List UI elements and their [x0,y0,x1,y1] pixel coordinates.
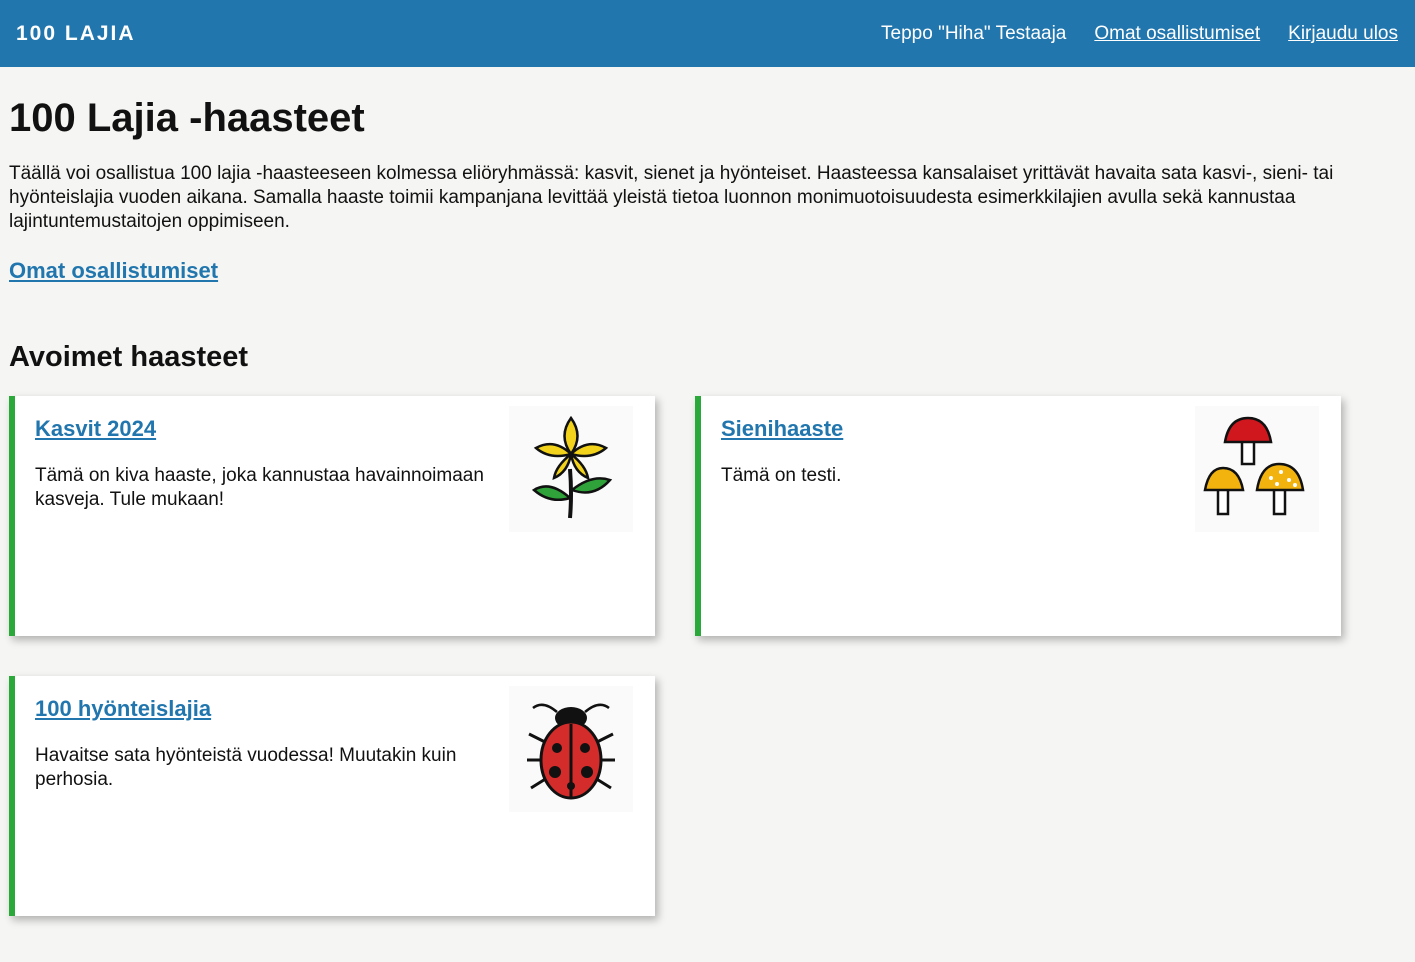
intro-text: Täällä voi osallistua 100 lajia -haastee… [9,163,1334,232]
challenge-title-link[interactable]: 100 hyönteislajia [35,696,211,722]
challenge-card-insects: 100 hyönteislajia Havaitse sata hyönteis… [9,676,655,916]
ladybug-icon [509,686,633,812]
challenge-list: Kasvit 2024 Tämä on kiva haaste, joka ka… [9,396,1406,916]
challenge-card-plants: Kasvit 2024 Tämä on kiva haaste, joka ka… [9,396,655,636]
challenge-title-link[interactable]: Sienihaaste [721,416,843,442]
logout-link[interactable]: Kirjaudu ulos [1288,23,1398,45]
user-name: Teppo "Hiha" Testaaja [881,22,1067,44]
top-nav: Teppo "Hiha" Testaaja Omat osallistumise… [881,23,1398,45]
challenge-card-fungi: Sienihaaste Tämä on testi. [695,396,1341,636]
page-title: 100 Lajia -haasteet [9,96,365,140]
flower-icon [509,406,633,532]
mushroom-icon [1195,406,1319,532]
challenge-title-link[interactable]: Kasvit 2024 [35,416,156,442]
challenge-description: Tämä on testi. [721,465,842,486]
brand-logo-text[interactable]: 100 LAJIA [16,22,136,46]
top-navigation-bar: 100 LAJIA Teppo "Hiha" Testaaja Omat osa… [0,0,1415,67]
challenge-description: Tämä on kiva haaste, joka kannustaa hava… [35,465,484,510]
main-content: 100 Lajia -haasteet Täällä voi osallistu… [0,95,1415,916]
open-challenges-heading: Avoimet haasteet [9,341,249,373]
nav-own-participations-link[interactable]: Omat osallistumiset [1094,23,1260,45]
challenge-description: Havaitse sata hyönteistä vuodessa! Muuta… [35,745,457,790]
own-participations-link[interactable]: Omat osallistumiset [9,258,218,284]
